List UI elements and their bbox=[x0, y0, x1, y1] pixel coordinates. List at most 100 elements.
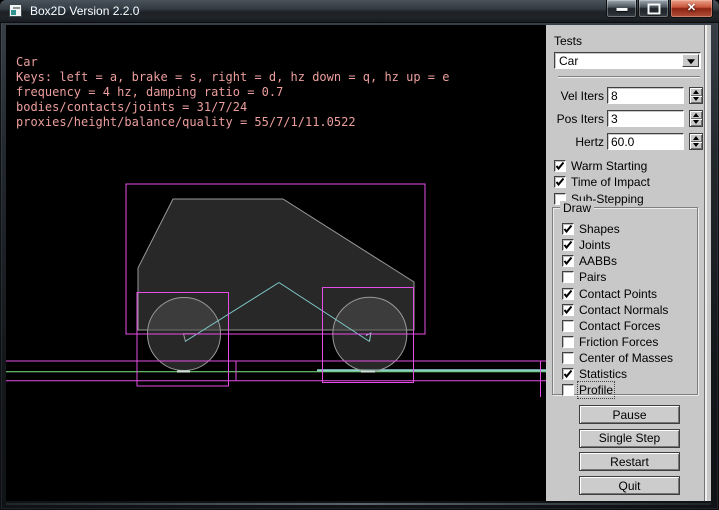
check-icon bbox=[555, 177, 565, 187]
checkbox-pairs[interactable]: Pairs bbox=[562, 269, 673, 285]
draw-groupbox: Draw ShapesJointsAABBsPairsContact Point… bbox=[552, 207, 698, 395]
pairs-checkbox-box[interactable] bbox=[562, 271, 574, 283]
pos-iters-input[interactable]: 3 bbox=[607, 110, 684, 127]
checkbox-contact-points[interactable]: Contact Points bbox=[562, 286, 673, 302]
spinner-down-button[interactable] bbox=[690, 119, 702, 127]
arrow-up-icon bbox=[693, 90, 699, 94]
restart-button[interactable]: Restart bbox=[579, 452, 680, 471]
joints-checkbox-box[interactable] bbox=[562, 239, 574, 251]
minimize-icon bbox=[616, 7, 627, 10]
maximize-icon bbox=[647, 3, 660, 14]
vel-iters-stepper bbox=[689, 87, 703, 104]
window-title: Box2D Version 2.2.0 bbox=[30, 4, 139, 18]
time-of-impact-checkbox-box[interactable] bbox=[554, 176, 566, 188]
contact-forces-checkbox-box[interactable] bbox=[562, 320, 574, 332]
profile-checkbox-box[interactable] bbox=[562, 384, 574, 396]
vel-iters-input[interactable]: 8 bbox=[607, 87, 684, 104]
shapes-checkbox-box[interactable] bbox=[562, 223, 574, 235]
close-button[interactable]: ✕ bbox=[670, 0, 713, 18]
spinner-up-button[interactable] bbox=[690, 88, 702, 96]
action-buttons: Pause Single Step Restart Quit bbox=[579, 405, 680, 500]
stats-line: frequency = 4 hz, damping ratio = 0.7 bbox=[16, 85, 449, 100]
solver-toggles: Warm StartingTime of ImpactSub-Stepping bbox=[554, 158, 650, 207]
maximize-button[interactable] bbox=[638, 0, 669, 18]
friction-forces-checkbox-box[interactable] bbox=[562, 336, 574, 348]
checkbox-warm-starting[interactable]: Warm Starting bbox=[554, 158, 650, 174]
stats-line: Car bbox=[16, 55, 449, 70]
checkbox-label: Shapes bbox=[579, 222, 620, 236]
app-icon bbox=[9, 4, 22, 17]
check-icon bbox=[563, 369, 573, 379]
checkbox-label: Pairs bbox=[579, 270, 606, 284]
checkbox-statistics[interactable]: Statistics bbox=[562, 366, 673, 382]
title-bar[interactable]: Box2D Version 2.2.0 ✕ bbox=[0, 0, 719, 23]
separator bbox=[558, 76, 700, 78]
spinner-up-button[interactable] bbox=[690, 111, 702, 119]
arrow-down-icon bbox=[693, 97, 699, 101]
stats-line: Keys: left = a, brake = s, right = d, hz… bbox=[16, 70, 449, 85]
checkbox-label: Contact Forces bbox=[579, 319, 660, 333]
panel-edge bbox=[704, 25, 707, 501]
spinner-row-vel-iters: Vel Iters8 bbox=[546, 87, 711, 104]
spinner-row-pos-iters: Pos Iters3 bbox=[546, 110, 711, 127]
chevron-down-icon bbox=[687, 59, 695, 64]
spinner-row-hertz: Hertz60.0 bbox=[546, 133, 711, 150]
app-window: Box2D Version 2.2.0 ✕ CarKeys: left = a,… bbox=[0, 0, 719, 510]
checkbox-label: Contact Points bbox=[579, 287, 657, 301]
arrow-down-icon bbox=[693, 143, 699, 147]
pause-button[interactable]: Pause bbox=[579, 405, 680, 424]
glui-panel: Tests Car Vel Iters8Pos Iters3Hertz60.0 … bbox=[546, 25, 711, 501]
checkbox-label: Profile bbox=[579, 383, 613, 397]
close-icon: ✕ bbox=[671, 1, 712, 14]
checkbox-shapes[interactable]: Shapes bbox=[562, 221, 673, 237]
contact-normals-checkbox-box[interactable] bbox=[562, 304, 574, 316]
check-icon bbox=[563, 305, 573, 315]
quit-button[interactable]: Quit bbox=[579, 476, 680, 495]
aabbs-checkbox-box[interactable] bbox=[562, 255, 574, 267]
arrow-down-icon bbox=[693, 120, 699, 124]
checkbox-label: Joints bbox=[579, 238, 610, 252]
checkbox-aabbs[interactable]: AABBs bbox=[562, 253, 673, 269]
hertz-input[interactable]: 60.0 bbox=[607, 133, 684, 150]
pos-iters-stepper bbox=[689, 110, 703, 127]
stats-text: CarKeys: left = a, brake = s, right = d,… bbox=[16, 55, 449, 130]
check-icon bbox=[563, 224, 573, 234]
tests-label: Tests bbox=[554, 34, 582, 48]
window-frame-gloss bbox=[6, 503, 711, 505]
checkbox-label: Statistics bbox=[579, 367, 627, 381]
contact-points-checkbox-box[interactable] bbox=[562, 288, 574, 300]
center-of-masses-checkbox-box[interactable] bbox=[562, 352, 574, 364]
checkbox-profile[interactable]: Profile bbox=[562, 382, 673, 398]
warm-starting-checkbox-box[interactable] bbox=[554, 160, 566, 172]
stats-line: proxies/height/balance/quality = 55/7/1/… bbox=[16, 115, 449, 130]
tests-dropdown-value: Car bbox=[559, 54, 578, 68]
hertz-stepper bbox=[689, 133, 703, 150]
checkbox-joints[interactable]: Joints bbox=[562, 237, 673, 253]
check-icon bbox=[555, 161, 565, 171]
check-icon bbox=[563, 256, 573, 266]
single-step-button[interactable]: Single Step bbox=[579, 429, 680, 448]
minimize-button[interactable] bbox=[606, 0, 637, 18]
iteration-controls: Vel Iters8 Pos Iters3 Hertz60.0 bbox=[546, 87, 711, 156]
tests-dropdown[interactable]: Car bbox=[554, 52, 701, 69]
spinner-up-button[interactable] bbox=[690, 134, 702, 142]
checkbox-center-of-masses[interactable]: Center of Masses bbox=[562, 350, 673, 366]
stats-line: bodies/contacts/joints = 31/7/24 bbox=[16, 100, 449, 115]
checkbox-label: Contact Normals bbox=[579, 303, 668, 317]
caption-buttons: ✕ bbox=[605, 0, 713, 18]
checkbox-contact-normals[interactable]: Contact Normals bbox=[562, 302, 673, 318]
checkbox-time-of-impact[interactable]: Time of Impact bbox=[554, 174, 650, 190]
spinner-down-button[interactable] bbox=[690, 142, 702, 150]
draw-group-label: Draw bbox=[560, 201, 594, 215]
simulation-canvas[interactable]: CarKeys: left = a, brake = s, right = d,… bbox=[6, 25, 546, 501]
spinner-down-button[interactable] bbox=[690, 96, 702, 104]
tests-dropdown-button[interactable] bbox=[682, 54, 699, 67]
statistics-checkbox-box[interactable] bbox=[562, 368, 574, 380]
arrow-up-icon bbox=[693, 113, 699, 117]
checkbox-contact-forces[interactable]: Contact Forces bbox=[562, 318, 673, 334]
checkbox-friction-forces[interactable]: Friction Forces bbox=[562, 334, 673, 350]
draw-flags: Shapes Joints AABBs Pairs Contact Points Cont… bbox=[562, 221, 673, 399]
checkbox-label: AABBs bbox=[579, 254, 617, 268]
check-icon bbox=[563, 240, 573, 250]
checkbox-label: Friction Forces bbox=[579, 335, 658, 349]
